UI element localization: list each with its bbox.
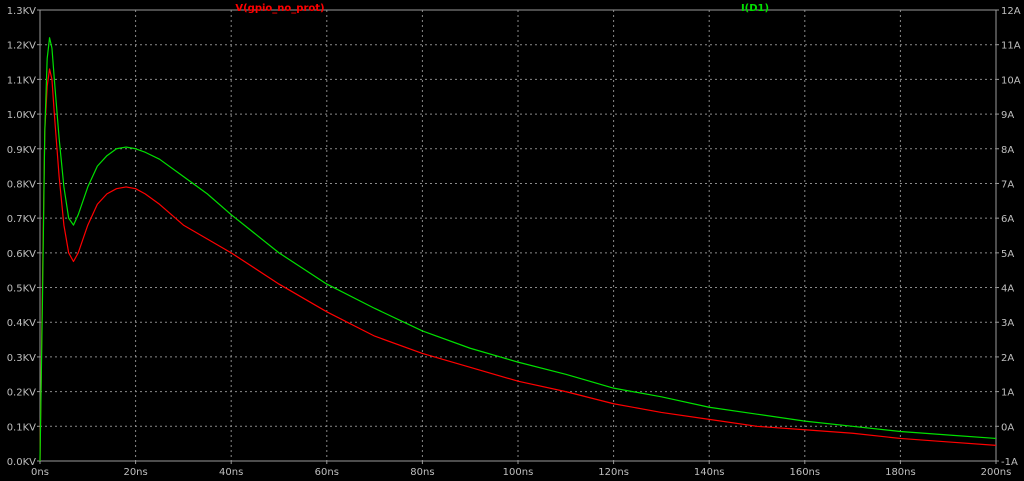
y-tick-label: 0.2KV: [7, 388, 36, 399]
y-tick-label: 0.3KV: [7, 353, 36, 364]
x-tick-label: 140ns: [694, 467, 725, 478]
plot-background: [0, 0, 1024, 481]
y-tick-label: 0.5KV: [7, 284, 36, 295]
y2-tick-label: 6A: [1001, 214, 1014, 225]
y2-tick-label: -1A: [1001, 457, 1018, 468]
y2-tick-label: 5A: [1001, 249, 1014, 260]
y2-tick-label: 4A: [1001, 284, 1014, 295]
y-tick-label: 1.0KV: [7, 110, 36, 121]
x-tick-label: 120ns: [598, 467, 629, 478]
y2-tick-label: 11A: [1001, 41, 1021, 52]
y-tick-label: 0.7KV: [7, 214, 36, 225]
y-tick-label: 0.9KV: [7, 145, 36, 156]
legend-v-gpio-no-prot[interactable]: V(gpio_no_prot): [235, 3, 324, 14]
y2-tick-label: 9A: [1001, 110, 1014, 121]
y-tick-label: 1.1KV: [7, 75, 36, 86]
y-tick-label: 0.1KV: [7, 422, 36, 433]
y2-tick-label: 2A: [1001, 353, 1014, 364]
y2-tick-label: 10A: [1001, 75, 1021, 86]
y2-tick-label: 8A: [1001, 145, 1014, 156]
y2-tick-label: 1A: [1001, 388, 1014, 399]
y-tick-label: 0.6KV: [7, 249, 36, 260]
legend-i-d1[interactable]: I(D1): [741, 3, 769, 14]
x-tick-label: 160ns: [789, 467, 820, 478]
x-tick-label: 20ns: [123, 467, 147, 478]
x-tick-label: 100ns: [503, 467, 534, 478]
waveform-plot: 0ns 20ns 40ns 60ns 80ns 100ns 120ns 140ns 160ns 1…: [0, 0, 1024, 481]
y-tick-label: 0.4KV: [7, 318, 36, 329]
y-tick-label: 0.0KV: [7, 457, 36, 468]
x-tick-label: 180ns: [885, 467, 916, 478]
x-tick-label: 0ns: [31, 467, 49, 478]
x-tick-label: 40ns: [219, 467, 243, 478]
x-tick-label: 60ns: [315, 467, 339, 478]
y-tick-label: 0.8KV: [7, 179, 36, 190]
y2-tick-label: 3A: [1001, 318, 1014, 329]
x-tick-label: 200ns: [981, 467, 1012, 478]
y2-tick-label: 12A: [1001, 6, 1021, 17]
y-tick-label: 1.2KV: [7, 41, 36, 52]
y-tick-label: 1.3KV: [7, 6, 36, 17]
y2-tick-label: 0A: [1001, 422, 1014, 433]
x-tick-label: 80ns: [410, 467, 434, 478]
y2-tick-label: 7A: [1001, 179, 1014, 190]
